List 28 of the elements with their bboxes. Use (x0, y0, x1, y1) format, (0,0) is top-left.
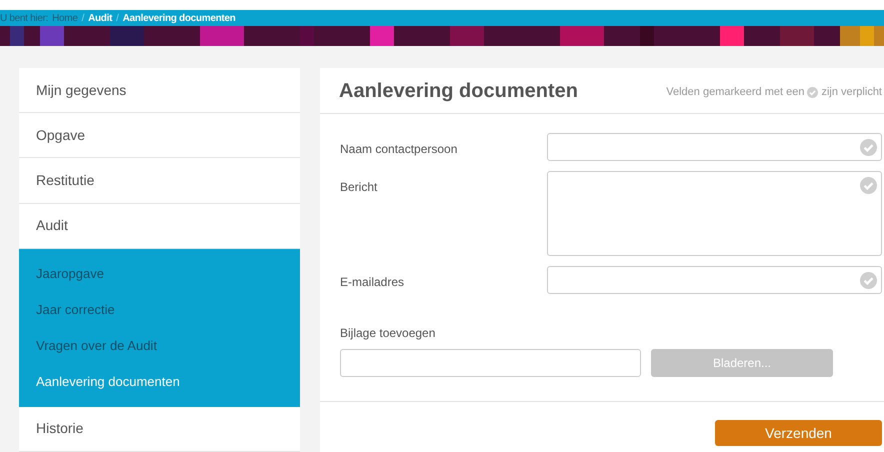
browse-button[interactable]: Bladeren... (651, 349, 833, 377)
field-label: E-mailadres (340, 274, 406, 291)
text-area[interactable] (547, 171, 882, 256)
file-input-field[interactable] (340, 349, 641, 377)
input-field[interactable] (547, 266, 882, 294)
input-field[interactable] (547, 133, 882, 161)
breadcrumb-separator: / (82, 12, 84, 26)
sidebar-item[interactable]: Mijn gegevens (19, 68, 300, 114)
required-note: zijn verplicht (821, 85, 882, 100)
field-label: Bijlage toevoegen (340, 325, 436, 342)
field-label: Naam contactpersoon (340, 141, 458, 158)
breadcrumb-link[interactable]: Home (52, 10, 78, 26)
required-note: Velden gemarkeerd met een (666, 85, 804, 100)
breadcrumb-separator: / (116, 12, 119, 26)
submenu-item[interactable]: Jaaropgave (19, 256, 300, 292)
breadcrumb-link[interactable]: Aanlevering documenten (122, 10, 236, 26)
check-icon (807, 87, 818, 98)
submenu-item[interactable]: Vragen over de Audit (19, 328, 300, 364)
submit-button[interactable]: Verzenden (715, 420, 882, 446)
submenu-item[interactable]: Aanlevering documenten (19, 364, 300, 400)
sidebar-item[interactable]: Restitutie (19, 158, 300, 204)
breadcrumb-link[interactable]: Audit (88, 10, 112, 26)
page-title: Aanlevering documenten (339, 78, 578, 104)
sidebar-item[interactable]: Historie (19, 406, 300, 452)
submenu-item[interactable]: Jaar correctie (19, 292, 300, 328)
field-label: Bericht (340, 179, 378, 196)
breadcrumb-label: U bent hier: (0, 12, 48, 26)
sidebar-item[interactable]: Opgave (19, 113, 300, 158)
